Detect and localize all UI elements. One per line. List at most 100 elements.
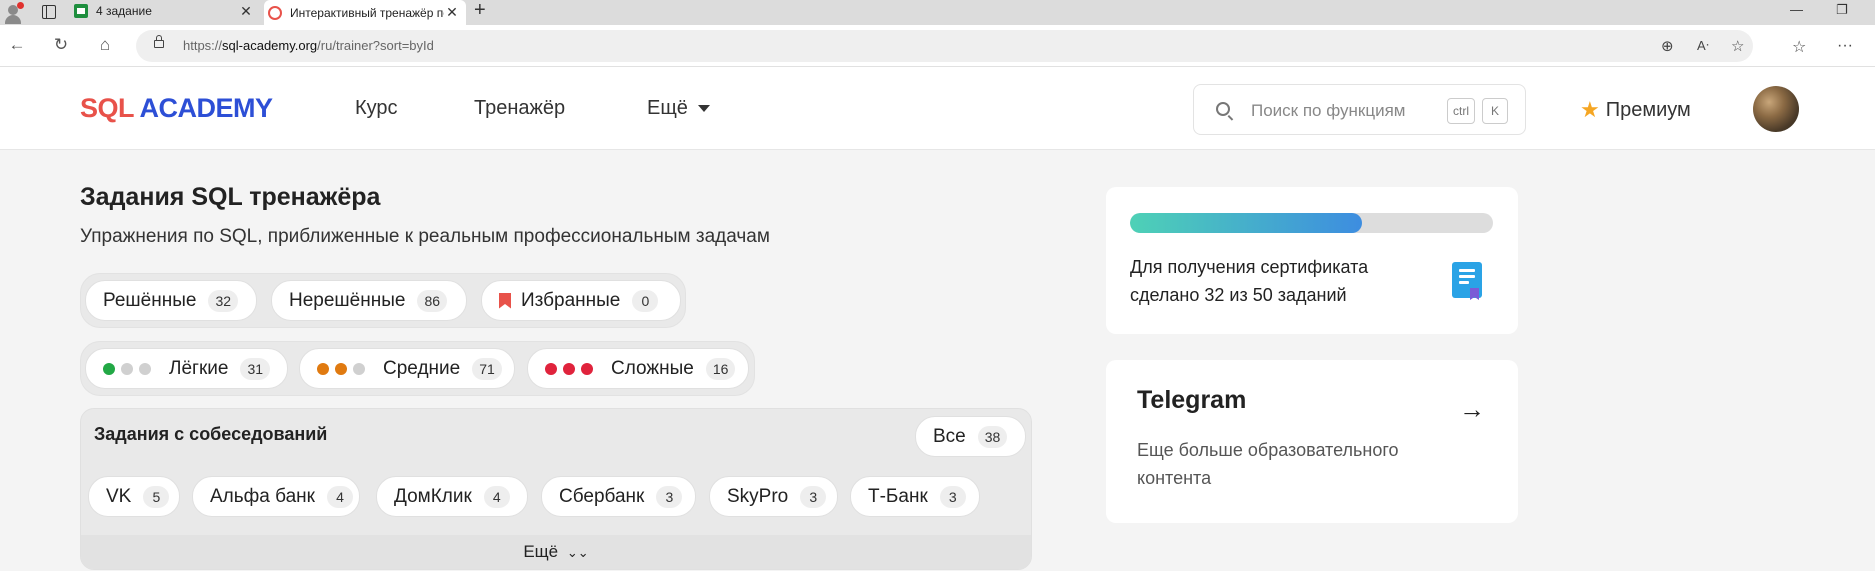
difficulty-dot: [121, 362, 133, 375]
difficulty-dot: [103, 362, 115, 375]
difficulty-dot: [317, 362, 329, 375]
filter-label: Сложные: [611, 357, 694, 379]
search-placeholder: Поиск по функциям: [1251, 101, 1406, 120]
filter-count: 32: [208, 289, 239, 312]
filter-count: 71: [472, 357, 502, 380]
bookmark-icon: [499, 292, 511, 309]
show-more-label: Ещё: [523, 542, 559, 561]
filter-count: 31: [240, 357, 271, 380]
browser-tab-sql-academy[interactable]: Интерактивный тренажёр по SQL ✕: [264, 0, 466, 25]
difficulty-dot: [139, 362, 151, 375]
filter-favorites[interactable]: Избранные 0: [481, 280, 681, 321]
page-title: Задания SQL тренажёра: [80, 183, 381, 211]
tab-actions-icon[interactable]: [42, 5, 56, 19]
star-icon: ★: [1580, 97, 1600, 122]
filter-label: Избранные: [521, 289, 621, 311]
difficulty-dot: [353, 362, 365, 375]
address-bar[interactable]: https://sql-academy.org/ru/trainer?sort=…: [136, 30, 1753, 62]
certificate-progress-fill: [1130, 213, 1363, 233]
certificate-text: Для получения сертификата сделано 32 из …: [1130, 257, 1369, 305]
certificate-card: Для получения сертификата сделано 32 из …: [1106, 187, 1518, 334]
nav-more-label: Ещё: [647, 97, 688, 119]
company-count: 4: [326, 485, 353, 508]
difficulty-dot: [581, 362, 593, 375]
certificate-icon: [1452, 262, 1482, 300]
minimize-icon[interactable]: —: [1790, 2, 1803, 17]
more-menu-icon[interactable]: ···: [1837, 37, 1853, 55]
premium-label: Премиум: [1605, 98, 1691, 121]
close-tab-icon[interactable]: ✕: [444, 4, 460, 21]
back-icon[interactable]: ←: [6, 35, 28, 55]
filter-label: Решённые: [103, 289, 197, 311]
status-filter-group: Решённые 32 Нерешённые 86 Избранные 0: [80, 273, 686, 328]
company-count: 5: [143, 485, 170, 508]
certificate-progress-bar: [1130, 213, 1493, 233]
filter-count: 86: [417, 289, 448, 312]
close-tab-icon[interactable]: ✕: [238, 3, 254, 20]
company-label: Т-Банк: [868, 485, 928, 507]
browser-tab-sheets[interactable]: 4 задание ✕: [70, 0, 260, 22]
favorite-star-icon[interactable]: ☆: [1731, 37, 1744, 55]
avatar[interactable]: [1753, 86, 1799, 132]
filter-solved[interactable]: Решённые 32: [85, 280, 257, 321]
filter-label: Нерешённые: [289, 289, 406, 311]
restore-icon[interactable]: ❐: [1836, 2, 1848, 18]
browser-tab-bar: 4 задание ✕ Интерактивный тренажёр по SQ…: [0, 0, 1875, 25]
telegram-subtitle: Еще больше образовательного контента: [1137, 440, 1399, 488]
difficulty-easy-icon: [103, 362, 157, 375]
company-label: Альфа банк: [210, 485, 315, 507]
filter-label: Лёгкие: [169, 357, 229, 379]
search-input[interactable]: Поиск по функциям ctrl K: [1193, 84, 1526, 135]
company-domclick[interactable]: ДомКлик 4: [376, 476, 528, 517]
company-count: 3: [800, 485, 827, 508]
zoom-icon[interactable]: ⊕: [1661, 37, 1674, 55]
difficulty-dot: [335, 362, 347, 375]
telegram-card[interactable]: Telegram → Еще больше образовательного к…: [1106, 360, 1518, 523]
difficulty-medium-icon: [317, 362, 371, 375]
company-sberbank[interactable]: Сбербанк 3: [541, 476, 696, 517]
show-more-button[interactable]: Ещё ⌄⌄: [81, 535, 1031, 569]
lock-icon[interactable]: [154, 35, 164, 48]
company-count: 4: [483, 485, 510, 508]
company-label: VK: [106, 485, 132, 507]
search-icon: [1216, 102, 1230, 116]
filter-hard[interactable]: Сложные 16: [527, 348, 749, 389]
arrow-right-icon[interactable]: →: [1459, 394, 1485, 425]
interview-all-button[interactable]: Все 38: [915, 416, 1026, 457]
nav-more[interactable]: Ещё: [647, 97, 710, 120]
company-label: ДомКлик: [394, 485, 472, 507]
company-tbank[interactable]: Т-Банк 3: [850, 476, 980, 517]
browser-toolbar: ← ↻ ⌂ https://sql-academy.org/ru/trainer…: [0, 25, 1875, 67]
home-icon[interactable]: ⌂: [94, 35, 116, 55]
filter-unsolved[interactable]: Нерешённые 86: [271, 280, 467, 321]
read-aloud-icon[interactable]: Aᐧ: [1697, 38, 1709, 54]
filter-count: 16: [705, 357, 736, 380]
company-label: SkyPro: [727, 485, 789, 507]
page-subtitle: Упражнения по SQL, приближенные к реальн…: [80, 226, 770, 247]
reload-icon[interactable]: ↻: [50, 35, 72, 55]
company-skypro[interactable]: SkyPro 3: [709, 476, 838, 517]
tab-title: 4 задание: [96, 4, 152, 18]
company-alfa-bank[interactable]: Альфа банк 4: [192, 476, 360, 517]
double-chevron-down-icon: ⌄⌄: [566, 545, 589, 560]
difficulty-hard-icon: [545, 362, 599, 375]
company-count: 3: [656, 485, 683, 508]
company-vk[interactable]: VK 5: [88, 476, 180, 517]
nav-trainer[interactable]: Тренажёр: [474, 97, 565, 120]
filter-medium[interactable]: Средние 71: [299, 348, 515, 389]
url-text[interactable]: https://sql-academy.org/ru/trainer?sort=…: [183, 38, 434, 53]
sql-academy-icon: [268, 5, 282, 20]
favorites-icon[interactable]: ☆: [1792, 37, 1806, 57]
telegram-title: Telegram: [1137, 386, 1247, 414]
site-logo[interactable]: SQL ACADEMY: [80, 93, 273, 124]
difficulty-dot: [545, 362, 557, 375]
filter-easy[interactable]: Лёгкие 31: [85, 348, 288, 389]
premium-link[interactable]: ★ Премиум: [1580, 97, 1691, 123]
filter-label: Все: [933, 425, 966, 447]
profile-icon[interactable]: [2, 2, 24, 24]
nav-course[interactable]: Курс: [355, 97, 398, 120]
interview-title: Задания с собеседований: [94, 424, 328, 444]
new-tab-icon[interactable]: +: [474, 0, 486, 22]
filter-count: 38: [977, 425, 1008, 448]
sheets-icon: [74, 4, 88, 18]
